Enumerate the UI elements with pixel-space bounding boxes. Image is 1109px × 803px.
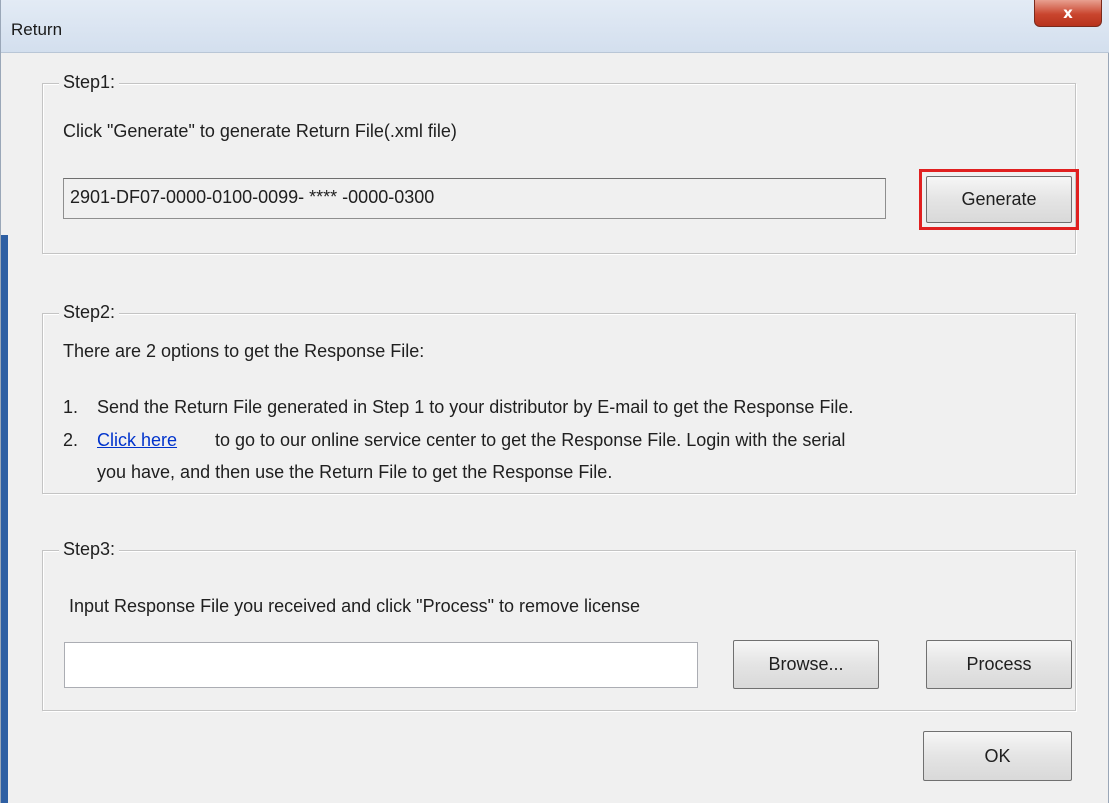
step2-intro: There are 2 options to get the Response … [63, 341, 425, 361]
click-here-link[interactable]: Click here [97, 430, 177, 451]
return-dialog: Return x Step1: Click "Generate" to gene… [0, 0, 1109, 803]
step3-group: Step3: Input Response File you received … [42, 539, 1076, 711]
step2-group: Step2: There are 2 options to get the Re… [42, 302, 1076, 494]
response-file-input[interactable] [64, 642, 698, 688]
option1-text: Send the Return File generated in Step 1… [97, 397, 854, 417]
close-button[interactable]: x [1034, 0, 1102, 27]
background-window-edge [1, 235, 8, 803]
step1-instruction: Click "Generate" to generate Return File… [63, 121, 457, 141]
step3-legend: Step3: [59, 539, 120, 560]
close-icon: x [1063, 4, 1073, 22]
window-title: Return [11, 20, 63, 39]
option2-number: 2. [63, 430, 79, 450]
step1-legend: Step1: [59, 72, 120, 93]
option2-text-line2: you have, and then use the Return File t… [97, 462, 613, 482]
step2-legend: Step2: [59, 302, 120, 323]
step1-group: Step1: Click "Generate" to generate Retu… [42, 72, 1079, 254]
ok-button[interactable]: OK [923, 731, 1072, 781]
process-button[interactable]: Process [926, 640, 1072, 689]
browse-button[interactable]: Browse... [733, 640, 879, 689]
generate-button[interactable]: Generate [926, 176, 1072, 223]
title-bar[interactable]: Return x [1, 0, 1109, 53]
step3-instruction: Input Response File you received and cli… [69, 596, 641, 616]
return-code-field[interactable]: 2901-DF07-0000-0100-0099- **** -0000-030… [63, 178, 886, 219]
option1-number: 1. [63, 397, 79, 417]
option2-text-line1: to go to our online service center to ge… [215, 430, 846, 450]
